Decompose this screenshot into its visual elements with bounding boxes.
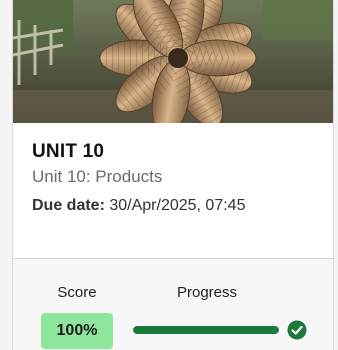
unit-stats: Score Progress 100% [13, 259, 333, 350]
due-date: Due date: 30/Apr/2025, 07:45 [32, 197, 245, 215]
unit-card[interactable]: UNIT 10 Unit 10: Products Due date: 30/A… [12, 0, 334, 350]
progress-bar-fill [133, 326, 279, 334]
due-date-value: 30/Apr/2025, 07:45 [109, 197, 246, 214]
unit-title[interactable]: UNIT 10 [32, 141, 104, 163]
fish-traps-photo [13, 0, 333, 123]
score-header: Score [57, 284, 97, 301]
unit-subtitle: Unit 10: Products [32, 167, 163, 186]
check-circle-icon [287, 320, 307, 340]
unit-info: UNIT 10 Unit 10: Products Due date: 30/A… [13, 123, 333, 258]
progress-bar [133, 326, 279, 334]
score-badge: 100% [41, 313, 113, 349]
progress-header: Progress [176, 284, 238, 301]
due-date-label: Due date: [32, 197, 105, 214]
unit-cover-image[interactable] [13, 0, 333, 123]
